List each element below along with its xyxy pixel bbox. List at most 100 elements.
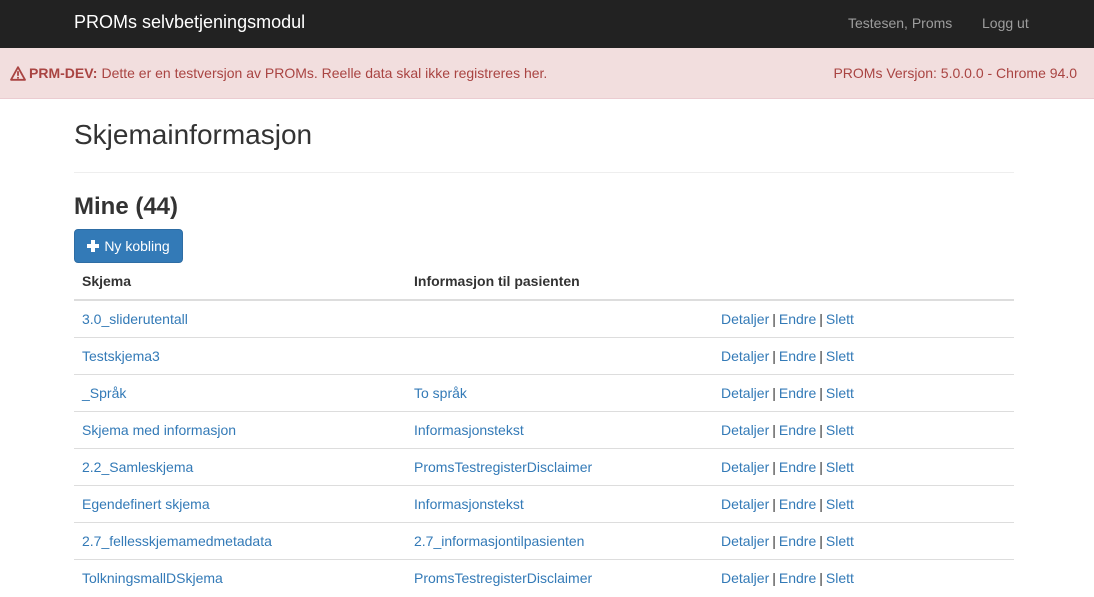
forms-table: Skjema Informasjon til pasienten 3.0_sli… [74, 262, 1014, 596]
title-divider [74, 172, 1014, 173]
cell-actions: Detaljer | Endre | Slett [713, 373, 1014, 411]
table-row: 3.0_sliderutentall Detaljer | Endre | Slett [74, 299, 1014, 337]
action-separator: | [772, 458, 776, 475]
version-info: PROMs Versjon: 5.0.0.0 - Chrome 94.0 [833, 65, 1077, 81]
action-separator: | [819, 458, 823, 475]
action-separator: | [772, 495, 776, 512]
details-link[interactable]: Detaljer [721, 496, 769, 512]
info-link[interactable]: Informasjonstekst [414, 496, 524, 512]
delete-link[interactable]: Slett [826, 311, 854, 327]
logout-link[interactable]: Logg ut [982, 14, 1029, 32]
cell-actions: Detaljer | Endre | Slett [713, 521, 1014, 559]
delete-link[interactable]: Slett [826, 348, 854, 364]
edit-link[interactable]: Endre [779, 385, 816, 401]
table-row: 2.7_fellesskjemamedmetadata 2.7_informasj… [74, 521, 1014, 559]
delete-link[interactable]: Slett [826, 533, 854, 549]
table-row: Testskjema3 Detaljer | Endre | Slett [74, 336, 1014, 374]
action-separator: | [772, 532, 776, 549]
cell-actions: Detaljer | Endre | Slett [713, 336, 1014, 374]
table-row: TolkningsmallDSkjema PromsTestregisterDis… [74, 558, 1014, 596]
cell-info: To språk [406, 373, 713, 411]
info-link[interactable]: To språk [414, 385, 467, 401]
info-link[interactable]: PromsTestregisterDisclaimer [414, 570, 592, 586]
new-link-button[interactable]: Ny kobling [74, 229, 183, 263]
skjema-link[interactable]: 2.7_fellesskjemamedmetadata [82, 533, 272, 549]
delete-link[interactable]: Slett [826, 496, 854, 512]
edit-link[interactable]: Endre [779, 533, 816, 549]
cell-skjema: Egendefinert skjema [74, 484, 406, 522]
action-separator: | [819, 532, 823, 549]
details-link[interactable]: Detaljer [721, 385, 769, 401]
cell-info [406, 336, 713, 374]
table-body: 3.0_sliderutentall Detaljer | Endre | Slett Te… [74, 299, 1014, 596]
details-link[interactable]: Detaljer [721, 533, 769, 549]
table-row: Egendefinert skjema Informasjonstekst Deta… [74, 484, 1014, 522]
header-skjema: Skjema [74, 262, 406, 301]
action-separator: | [819, 347, 823, 364]
cell-actions: Detaljer | Endre | Slett [713, 447, 1014, 485]
details-link[interactable]: Detaljer [721, 311, 769, 327]
top-navbar: PROMs selvbetjeningsmodul Testesen, Prom… [0, 0, 1094, 48]
plus-icon [87, 240, 100, 252]
action-separator: | [819, 310, 823, 327]
skjema-link[interactable]: TolkningsmallDSkjema [82, 570, 223, 586]
details-link[interactable]: Detaljer [721, 570, 769, 586]
new-link-button-label: Ny kobling [104, 238, 170, 254]
environment-alert: PRM-DEV: Dette er en testversjon av PROM… [0, 48, 1094, 99]
skjema-link[interactable]: 3.0_sliderutentall [82, 311, 188, 327]
skjema-link[interactable]: Testskjema3 [82, 348, 160, 364]
action-separator: | [819, 421, 823, 438]
cell-info [406, 299, 713, 337]
delete-link[interactable]: Slett [826, 570, 854, 586]
details-link[interactable]: Detaljer [721, 459, 769, 475]
action-separator: | [772, 421, 776, 438]
table-header-row: Skjema Informasjon til pasienten [74, 262, 1014, 301]
page-title: Skjemainformasjon [74, 119, 313, 150]
alert-label: PRM-DEV: [29, 65, 98, 81]
action-separator: | [819, 384, 823, 401]
skjema-link[interactable]: 2.2_Samleskjema [82, 459, 193, 475]
cell-skjema: 2.2_Samleskjema [74, 447, 406, 485]
info-link[interactable]: Informasjonstekst [414, 422, 524, 438]
skjema-link[interactable]: _Språk [82, 385, 126, 401]
skjema-link[interactable]: Skjema med informasjon [82, 422, 236, 438]
cell-actions: Detaljer | Endre | Slett [713, 484, 1014, 522]
edit-link[interactable]: Endre [779, 570, 816, 586]
action-separator: | [772, 384, 776, 401]
details-link[interactable]: Detaljer [721, 348, 769, 364]
delete-link[interactable]: Slett [826, 385, 854, 401]
edit-link[interactable]: Endre [779, 496, 816, 512]
warning-triangle-icon [10, 65, 26, 81]
edit-link[interactable]: Endre [779, 348, 816, 364]
table-row: _Språk To språk Detaljer | Endre | Slett [74, 373, 1014, 411]
info-link[interactable]: PromsTestregisterDisclaimer [414, 459, 592, 475]
delete-link[interactable]: Slett [826, 422, 854, 438]
action-separator: | [772, 347, 776, 364]
edit-link[interactable]: Endre [779, 422, 816, 438]
cell-info: PromsTestregisterDisclaimer [406, 447, 713, 485]
details-link[interactable]: Detaljer [721, 422, 769, 438]
table-row: 2.2_Samleskjema PromsTestregisterDisclaim… [74, 447, 1014, 485]
edit-link[interactable]: Endre [779, 459, 816, 475]
edit-link[interactable]: Endre [779, 311, 816, 327]
cell-skjema: Testskjema3 [74, 336, 406, 374]
cell-skjema: 3.0_sliderutentall [74, 299, 406, 337]
info-link[interactable]: 2.7_informasjontilpasienten [414, 533, 584, 549]
cell-actions: Detaljer | Endre | Slett [713, 558, 1014, 596]
cell-actions: Detaljer | Endre | Slett [713, 299, 1014, 337]
brand-link[interactable]: PROMs selvbetjeningsmodul [74, 12, 305, 32]
header-actions [713, 262, 1014, 301]
delete-link[interactable]: Slett [826, 459, 854, 475]
user-menu-link[interactable]: Testesen, Proms [848, 14, 952, 32]
cell-info: Informasjonstekst [406, 410, 713, 448]
skjema-link[interactable]: Egendefinert skjema [82, 496, 210, 512]
cell-skjema: _Språk [74, 373, 406, 411]
cell-info: PromsTestregisterDisclaimer [406, 558, 713, 596]
section-title: Mine (44) [74, 193, 179, 220]
header-info: Informasjon til pasienten [406, 262, 713, 301]
action-separator: | [819, 495, 823, 512]
cell-skjema: 2.7_fellesskjemamedmetadata [74, 521, 406, 559]
action-separator: | [772, 569, 776, 586]
cell-skjema: Skjema med informasjon [74, 410, 406, 448]
cell-info: 2.7_informasjontilpasienten [406, 521, 713, 559]
